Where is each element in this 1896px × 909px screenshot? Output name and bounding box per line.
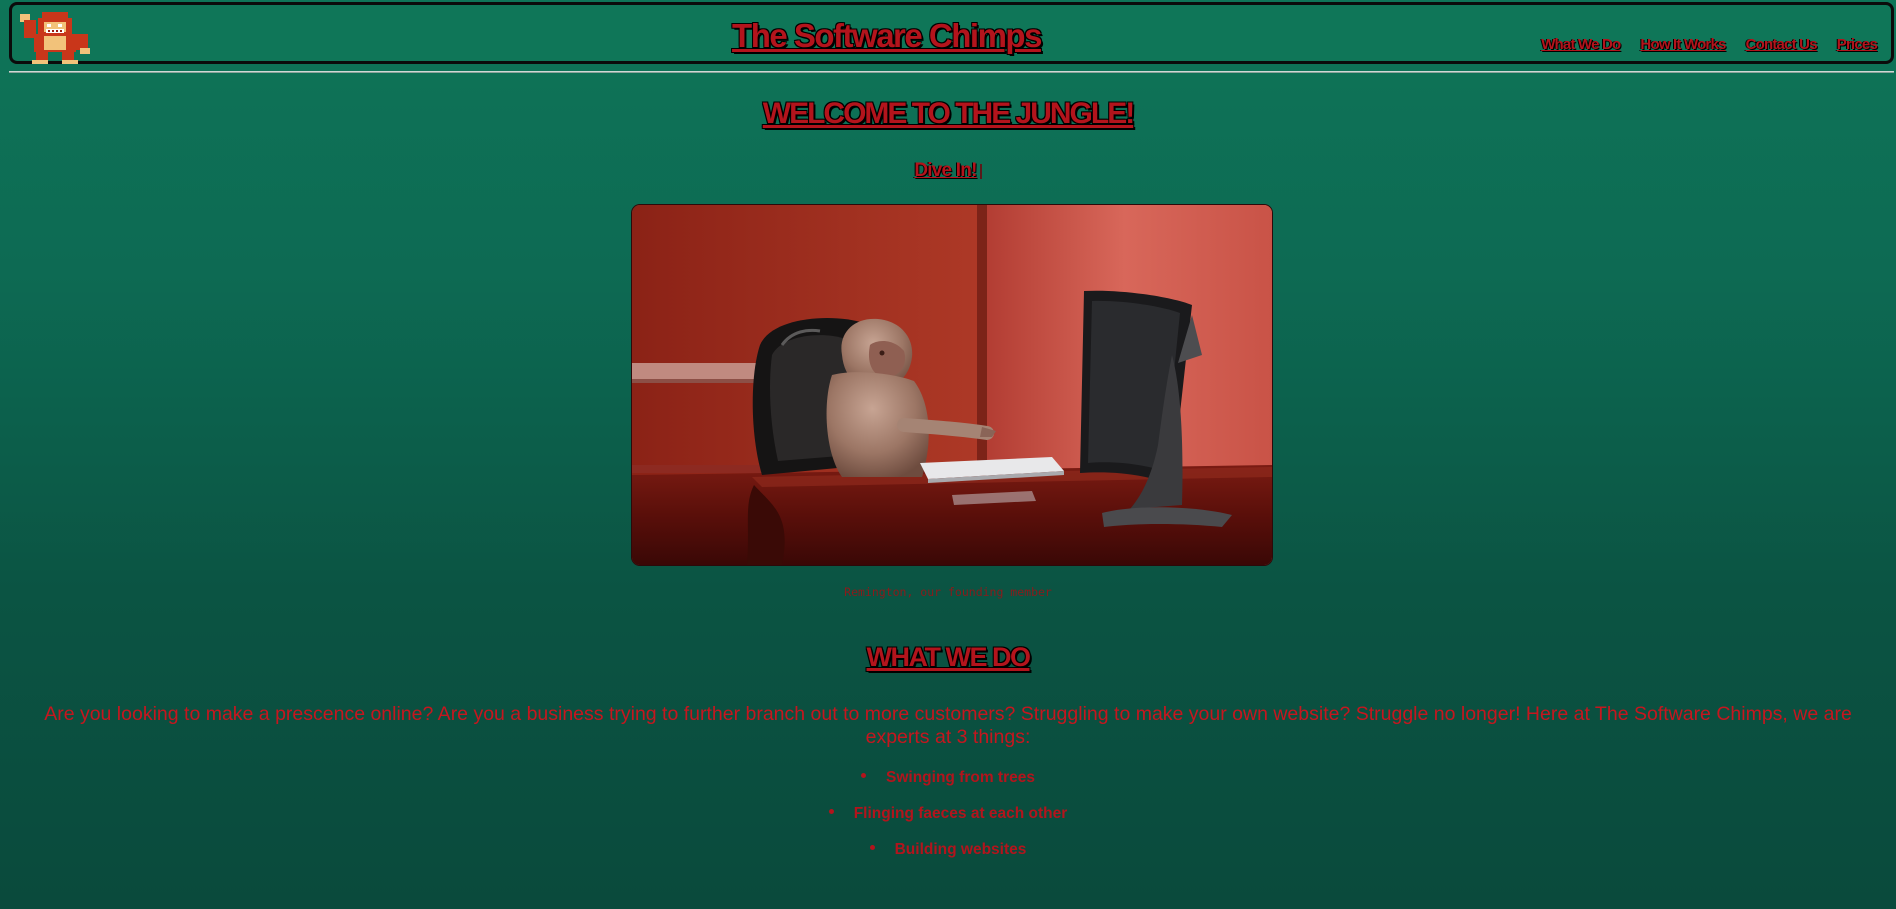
list-item-label: Swinging from trees bbox=[886, 769, 1035, 786]
nav-link-prices[interactable]: Prices bbox=[1837, 36, 1878, 53]
nav-link-how-it-works[interactable]: How It Works bbox=[1640, 36, 1726, 53]
welcome-heading: WELCOME TO THE JUNGLE! bbox=[762, 97, 1135, 130]
bullet-icon bbox=[828, 809, 834, 815]
what-we-do-intro: Are you looking to make a prescence onli… bbox=[44, 703, 1852, 748]
nav-link-what-we-do[interactable]: What We Do bbox=[1541, 36, 1621, 53]
list-item: Swinging from trees bbox=[0, 764, 1896, 800]
header-divider bbox=[9, 71, 1894, 73]
list-item: Building websites bbox=[0, 836, 1896, 872]
list-item-label: Flinging faeces at each other bbox=[853, 805, 1068, 822]
dive-in-link[interactable]: Dive In! bbox=[914, 160, 977, 181]
bullet-icon bbox=[869, 845, 875, 851]
image-caption: Remington, our founding member bbox=[844, 585, 1052, 599]
services-list: Swinging from trees Flinging faeces at e… bbox=[0, 764, 1896, 872]
dive-in-row: Dive In! bbox=[0, 160, 1896, 182]
text-cursor-icon bbox=[979, 164, 982, 179]
what-we-do-heading: WHAT WE DO bbox=[866, 642, 1031, 672]
main-nav: What We Do How It Works Contact Us Price… bbox=[1541, 36, 1878, 53]
bullet-icon bbox=[861, 773, 866, 779]
baboon-at-computer-image bbox=[632, 205, 1272, 565]
list-item-label: Building websites bbox=[894, 841, 1027, 858]
site-header: The Software Chimps What We Do How It Wo… bbox=[9, 2, 1894, 64]
nav-link-contact-us[interactable]: Contact Us bbox=[1746, 36, 1818, 53]
list-item: Flinging faeces at each other bbox=[0, 800, 1896, 836]
